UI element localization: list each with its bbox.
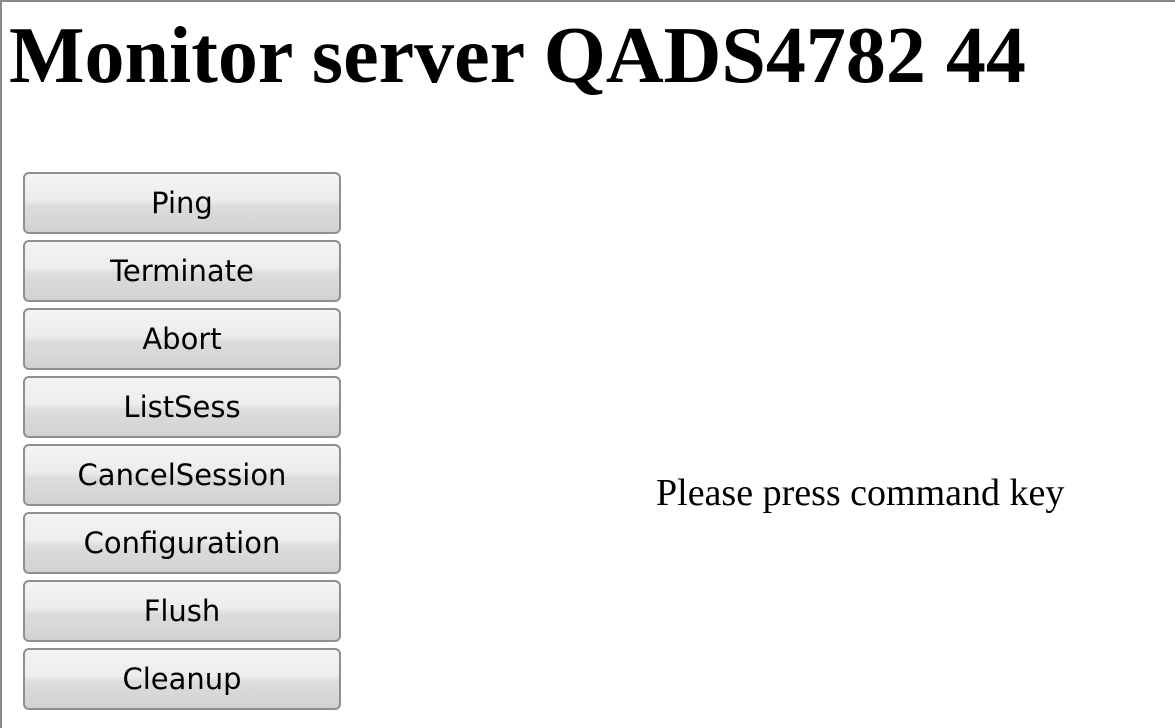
list-sessions-button[interactable]: ListSess <box>23 376 341 438</box>
page-title: Monitor server QADS4782 44 <box>9 12 1026 100</box>
cancel-session-button[interactable]: CancelSession <box>23 444 341 506</box>
command-button-panel: Ping Terminate Abort ListSess CancelSess… <box>23 172 343 716</box>
ping-button[interactable]: Ping <box>23 172 341 234</box>
configuration-button[interactable]: Configuration <box>23 512 341 574</box>
abort-button[interactable]: Abort <box>23 308 341 370</box>
flush-button[interactable]: Flush <box>23 580 341 642</box>
cleanup-button[interactable]: Cleanup <box>23 648 341 710</box>
terminate-button[interactable]: Terminate <box>23 240 341 302</box>
status-message: Please press command key <box>656 472 1065 514</box>
